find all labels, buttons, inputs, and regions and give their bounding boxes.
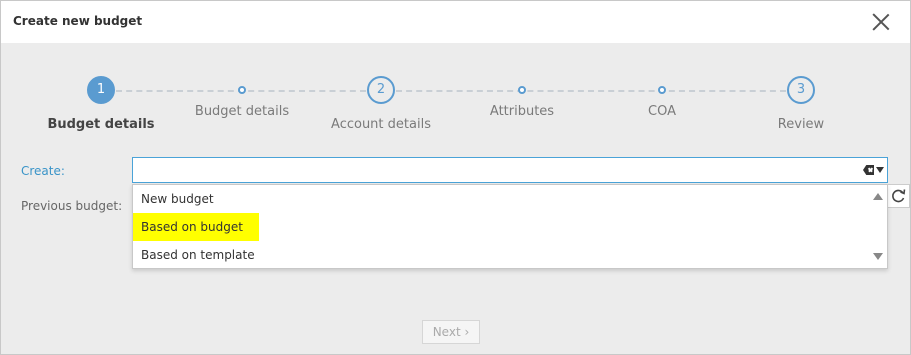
dialog-title: Create new budget (13, 14, 143, 28)
step-1-circle[interactable]: 1 (87, 76, 115, 104)
step-2-circle[interactable]: 2 (367, 76, 395, 104)
refresh-button[interactable] (887, 184, 910, 208)
option-based-on-template[interactable]: Based on template (133, 241, 255, 269)
step-3-circle[interactable]: 3 (787, 76, 815, 104)
close-icon[interactable] (870, 11, 892, 33)
create-select[interactable] (132, 157, 888, 183)
step-connector (396, 90, 786, 92)
create-budget-dialog: Create new budget 1 Budget details Budge… (0, 0, 911, 355)
step-label-budget-details: Budget details (47, 117, 155, 132)
step-label-account-details: Account details (331, 117, 431, 132)
substep-label-budget-details: Budget details (194, 104, 290, 119)
scroll-up-icon[interactable] (873, 193, 883, 200)
create-dropdown-list: New budget Based on budget Based on temp… (132, 184, 888, 269)
scroll-down-icon[interactable] (873, 253, 883, 260)
step-label-review: Review (777, 117, 825, 132)
wizard-stepper: 1 Budget details Budget details 2 Accoun… (1, 43, 910, 153)
substep-label-attributes: Attributes (489, 104, 555, 119)
dialog-header: Create new budget (1, 1, 910, 43)
substep-dot (238, 86, 246, 94)
option-based-on-budget[interactable]: Based on budget (133, 213, 259, 241)
previous-budget-label: Previous budget: (21, 199, 123, 213)
clear-icon[interactable] (863, 165, 874, 175)
refresh-icon (892, 189, 906, 203)
chevron-down-icon[interactable] (876, 167, 884, 173)
substep-label-coa: COA (648, 104, 676, 119)
substep-dot (658, 86, 666, 94)
next-button[interactable]: Next › (422, 320, 480, 344)
create-label: Create: (21, 164, 65, 178)
option-new-budget[interactable]: New budget (133, 185, 214, 213)
substep-dot (518, 86, 526, 94)
